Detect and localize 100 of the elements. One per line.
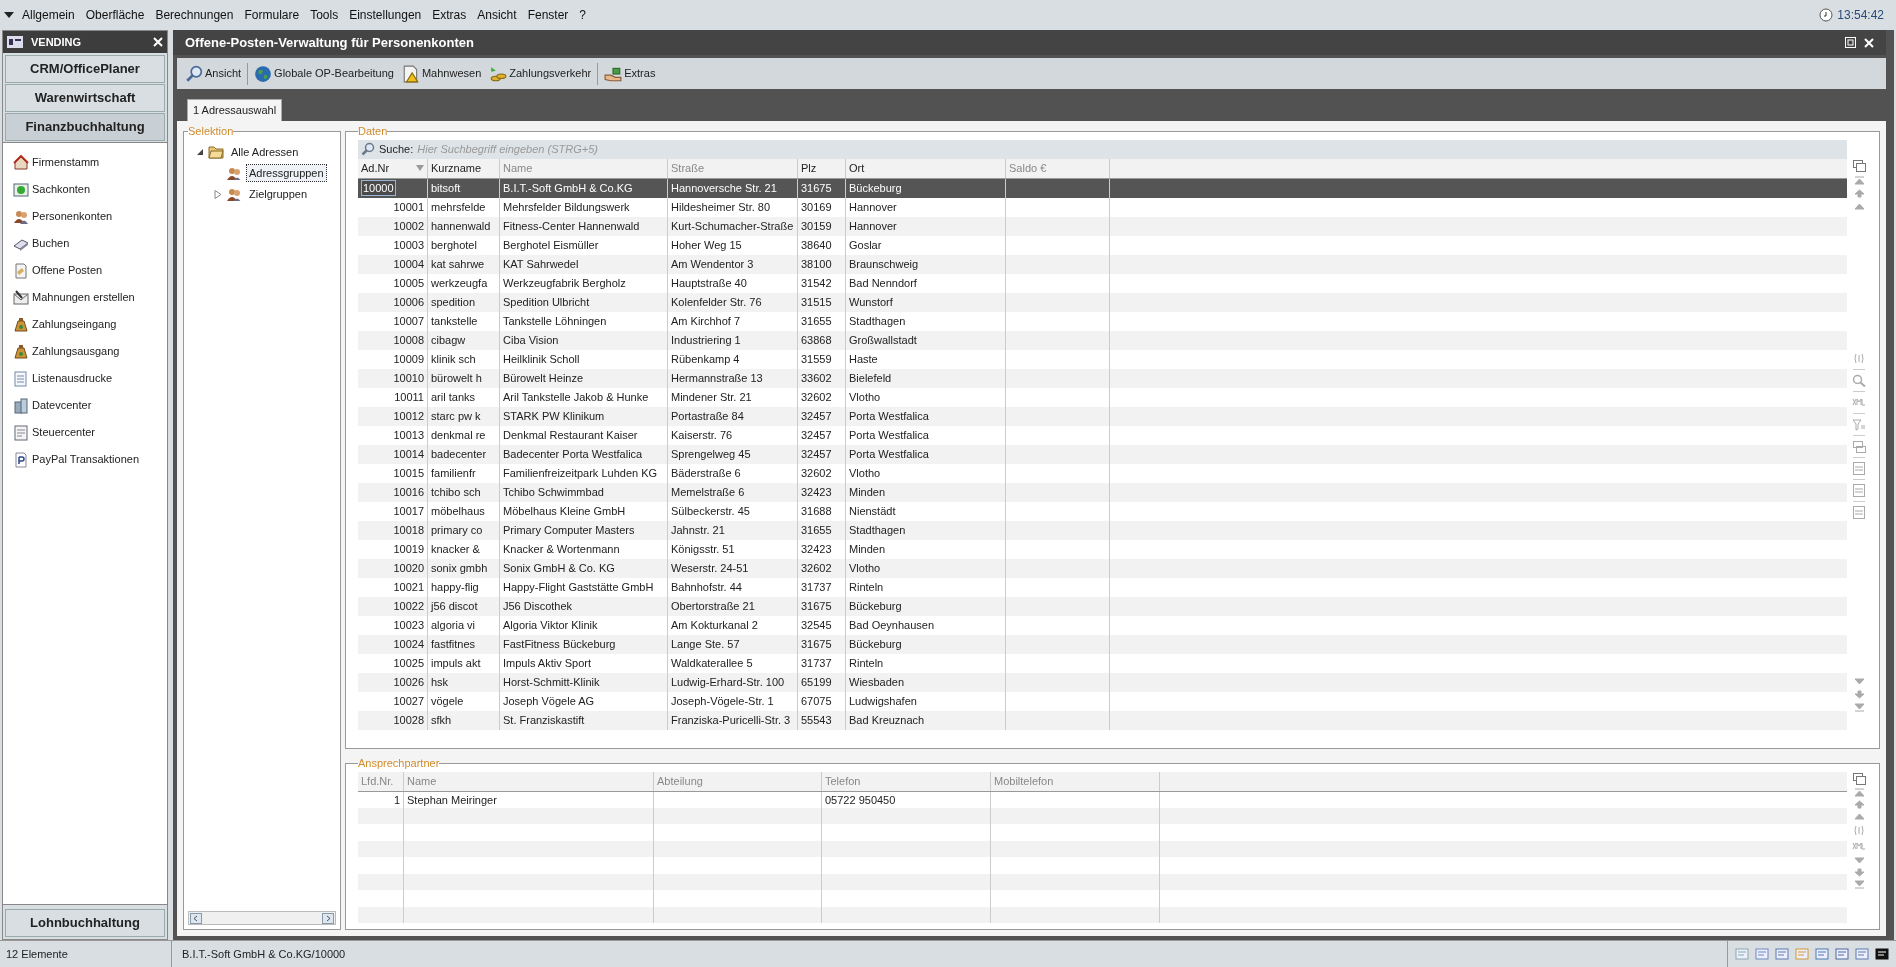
toolbar-button[interactable]: Mahnwesen (399, 61, 484, 86)
next-page-icon[interactable] (1853, 690, 1865, 699)
previous-page-icon[interactable] (1853, 188, 1865, 198)
rows-icon[interactable] (1852, 462, 1866, 475)
sidebar-item[interactable]: Zahlungsausgang (3, 338, 167, 365)
menu-item[interactable]: Tools (310, 6, 339, 24)
expanded-arrow-icon[interactable] (196, 148, 204, 156)
toolbar-button[interactable]: Extras (602, 61, 658, 86)
search-icon[interactable] (1852, 374, 1866, 387)
menu-item[interactable]: Oberfläche (85, 6, 145, 24)
table-cell-text: werkzeugfa (431, 275, 488, 291)
search-bar[interactable]: Suche: Hier Suchbegriff eingeben (STRG+5) (358, 139, 1847, 159)
table-cell-text: bürowelt h (431, 370, 482, 386)
menu-caret-icon[interactable] (4, 12, 14, 18)
module-button[interactable]: Lohnbuchhaltung (5, 909, 165, 937)
sidebar-item[interactable]: Firmenstamm (3, 149, 167, 176)
menu-item[interactable]: Extras (432, 6, 467, 24)
table-cell-text: Sonix GmbH & Co. KG (503, 560, 615, 576)
table-cell-text: Am Kokturkanal 2 (671, 617, 758, 633)
column-chooser-icon[interactable] (1852, 158, 1866, 172)
scroll-right-icon[interactable] (322, 912, 334, 924)
xml-export-icon[interactable] (1852, 396, 1866, 409)
restore-icon[interactable] (1845, 37, 1856, 48)
previous-record-icon[interactable] (1853, 201, 1865, 211)
table-cell-text: Bäderstraße 6 (671, 465, 741, 481)
toolbar-button[interactable]: Globale OP-Bearbeitung (252, 61, 396, 86)
column-header[interactable]: Plz (798, 158, 846, 178)
table-cell-text: Sprengelweg 45 (671, 446, 751, 462)
filter-icon[interactable] (1852, 418, 1866, 431)
sidebar-item[interactable]: Listenausdrucke (3, 365, 167, 392)
sidebar-item[interactable]: Zahlungseingang (3, 311, 167, 338)
table-cell-text: Familienfreizeitpark Luhden KG (503, 465, 658, 481)
module-button[interactable]: CRM/OfficePlaner (5, 55, 165, 83)
previous-page-icon[interactable] (1853, 799, 1865, 809)
table-cell-text: Berghotel Eismüller (503, 237, 599, 253)
close-icon[interactable] (153, 37, 163, 47)
sidebar-item[interactable]: Datevcenter (3, 392, 167, 419)
brackets-icon[interactable] (1852, 823, 1866, 837)
sidebar-item[interactable]: Sachkonten (3, 176, 167, 203)
first-record-icon[interactable] (1853, 175, 1865, 185)
table-cell-text: 10021 (393, 579, 424, 595)
menu-item[interactable]: Formulare (244, 6, 300, 24)
last-record-icon[interactable] (1853, 703, 1865, 712)
menu-item[interactable]: Einstellungen (349, 6, 422, 24)
window-icon[interactable] (1814, 946, 1830, 962)
tree-item[interactable]: Zielgruppen (246, 184, 311, 204)
menu-item[interactable]: Allgemein (22, 6, 75, 24)
next-page-icon[interactable] (1853, 867, 1865, 877)
table-edit-icon[interactable] (1852, 440, 1866, 453)
table-cell-text: happy-flig (431, 579, 479, 595)
table-cell-text: algoria vi (431, 617, 476, 633)
table-cell-text: Fitness-Center Hannenwald (503, 218, 640, 234)
sidebar-item[interactable]: Personenkonten (3, 203, 167, 230)
search-field[interactable]: Hier Suchbegriff eingeben (STRG+5) (417, 140, 1844, 158)
column-header[interactable]: Ad.Nr (358, 158, 428, 178)
toolbar-button[interactable]: Ansicht (183, 61, 244, 86)
table-cell-text: Braunschweig (849, 256, 919, 272)
menu-item[interactable]: Berechnungen (155, 6, 234, 24)
menu-item[interactable]: Ansicht (477, 6, 517, 24)
last-record-icon[interactable] (1853, 879, 1865, 889)
status-text: B.I.T.-Soft GmbH & Co.KG/10000 (182, 946, 346, 962)
toolbar-button[interactable]: Zahlungsverkehr (487, 61, 594, 86)
table-cell-text: Bückeburg (849, 636, 902, 652)
first-record-icon[interactable] (1853, 787, 1865, 797)
column-header[interactable]: Ort (846, 158, 1006, 178)
tree-item[interactable]: Alle Adressen (228, 142, 302, 162)
collapsed-arrow-icon[interactable] (214, 189, 222, 199)
search-icon[interactable] (361, 142, 375, 156)
window-icon[interactable] (1834, 946, 1850, 962)
sidebar-item[interactable]: Steuercenter (3, 419, 167, 446)
menu-item[interactable]: Fenster (527, 6, 569, 24)
next-record-icon[interactable] (1853, 855, 1865, 865)
column-chooser-icon[interactable] (1852, 771, 1866, 785)
sidebar-item[interactable]: Offene Posten (3, 257, 167, 284)
table-cell-text: Sülbeckerstr. 45 (671, 503, 750, 519)
table-cell-text: 10006 (393, 294, 424, 310)
table-cell-text: 32457 (801, 446, 832, 462)
sidebar-item[interactable]: Buchen (3, 230, 167, 257)
rows-icon[interactable] (1852, 484, 1866, 497)
scroll-left-icon[interactable] (190, 912, 202, 924)
table-cell-text: klinik sch (431, 351, 476, 367)
tab[interactable]: 1 Adressauswahl (187, 99, 283, 121)
module-button[interactable]: Finanzbuchhaltung (5, 113, 165, 141)
table-cell-text: B.I.T.-Soft GmbH & Co.KG (503, 180, 633, 196)
menu-item[interactable]: ? (579, 6, 586, 24)
horizontal-scrollbar[interactable] (188, 911, 336, 925)
tree-item[interactable]: Adressgruppen (246, 163, 327, 183)
module-button[interactable]: Warenwirtschaft (5, 84, 165, 112)
table-cell-text: kat sahrwe (431, 256, 485, 272)
next-record-icon[interactable] (1853, 677, 1865, 686)
sidebar-item[interactable]: PayPal Transaktionen (3, 446, 167, 473)
table-cell-text: 10025 (393, 655, 424, 671)
table-cell-text: Bad Kreuznach (849, 712, 925, 728)
previous-record-icon[interactable] (1853, 811, 1865, 821)
close-icon[interactable] (1864, 37, 1874, 48)
column-header[interactable]: Kurzname (428, 158, 500, 178)
brackets-icon[interactable] (1852, 352, 1866, 365)
sidebar-item[interactable]: Mahnungen erstellen (3, 284, 167, 311)
sort-arrow-icon[interactable] (416, 165, 424, 171)
rows-icon[interactable] (1852, 506, 1866, 519)
